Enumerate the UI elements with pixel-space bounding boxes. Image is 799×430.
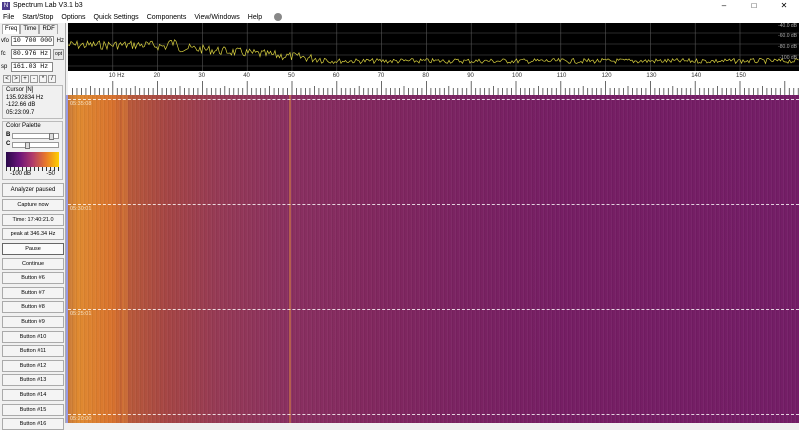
contrast-slider[interactable] bbox=[12, 141, 59, 149]
palette-gradient bbox=[6, 151, 59, 167]
tab-rdf[interactable]: RDF bbox=[39, 24, 58, 34]
button-11[interactable]: Button #10 bbox=[2, 330, 64, 343]
pause-button[interactable]: Pause bbox=[2, 242, 64, 255]
button-10[interactable]: Button #9 bbox=[2, 315, 64, 328]
waterfall-display[interactable]: 05:35:08 05:30:01 05:25:01 05:20:00 bbox=[68, 95, 799, 423]
menu-help[interactable]: Help bbox=[248, 14, 262, 21]
button-8[interactable]: Button #7 bbox=[2, 286, 64, 299]
frequency-label: 150 bbox=[736, 73, 747, 79]
time-button[interactable]: Time: 17:40:21.0 bbox=[2, 213, 64, 226]
frequency-label: 90 bbox=[467, 73, 474, 79]
tab-time[interactable]: Time bbox=[20, 24, 40, 34]
time-marker-line bbox=[68, 309, 799, 310]
zoom-in-button[interactable]: + bbox=[21, 75, 29, 83]
brightness-slider[interactable] bbox=[12, 132, 59, 140]
signal-line bbox=[289, 95, 291, 423]
sp-input[interactable]: 161.03 Hz bbox=[11, 62, 53, 72]
palette-min: -100 dB bbox=[10, 170, 32, 177]
palette-title: Color Palette bbox=[6, 123, 41, 129]
menu-options[interactable]: Options bbox=[61, 14, 85, 21]
scroll-right-button[interactable]: > bbox=[12, 75, 20, 83]
palette-max: -50 bbox=[46, 170, 55, 177]
brightness-thumb[interactable] bbox=[49, 132, 54, 140]
frequency-label: 70 bbox=[377, 73, 385, 79]
menu-view-windows[interactable]: View/Windows bbox=[194, 14, 239, 21]
db-label: -80.0 dB bbox=[778, 44, 797, 50]
button-7[interactable]: Button #6 bbox=[2, 272, 64, 285]
button-14[interactable]: Button #13 bbox=[2, 374, 64, 387]
spectrum-trace bbox=[68, 39, 799, 65]
frequency-label: 110 bbox=[556, 73, 567, 79]
cursor-title: Cursor [N] bbox=[6, 87, 34, 93]
analyzer-paused-button[interactable]: Analyzer paused bbox=[2, 182, 64, 197]
menu-bar: File Start/Stop Options Quick Settings C… bbox=[0, 11, 799, 23]
vfo-unit: Hz bbox=[56, 38, 64, 44]
frequency-label: 100 bbox=[512, 73, 523, 79]
zoom-out-button[interactable]: - bbox=[30, 75, 38, 83]
status-indicator-icon bbox=[274, 13, 283, 21]
db-label: -100 dB bbox=[779, 55, 797, 61]
button-17[interactable]: Button #16 bbox=[2, 418, 64, 430]
db-label: -60.0 dB bbox=[778, 33, 797, 39]
fc-input[interactable]: 80.976 Hz bbox=[11, 49, 52, 59]
time-label: 05:30:01 bbox=[70, 206, 92, 212]
frequency-label: 20 bbox=[153, 73, 161, 79]
frequency-ticks bbox=[72, 81, 799, 95]
cursor-level: -122.66 dB bbox=[6, 102, 36, 108]
maximize-icon[interactable]: □ bbox=[739, 0, 769, 11]
fc-label: fc bbox=[1, 51, 6, 57]
spectrum-display[interactable]: -40.0 dB -60.0 dB -80.0 dB -100 dB bbox=[68, 23, 799, 71]
control-panel: Freq Time RDF vfo 10 700 000 Hz fc 80.976 H… bbox=[0, 23, 66, 430]
menu-quick-settings[interactable]: Quick Settings bbox=[94, 14, 139, 21]
window-title: Spectrum Lab V3.1 b3 bbox=[13, 2, 83, 9]
color-palette: Color Palette B C -100 dB -50 bbox=[2, 121, 63, 180]
close-icon[interactable]: ✕ bbox=[769, 0, 799, 11]
app-icon: N bbox=[2, 1, 10, 10]
button-16[interactable]: Button #15 bbox=[2, 403, 64, 416]
frequency-label: 140 bbox=[691, 73, 702, 79]
frequency-label: 130 bbox=[646, 73, 657, 79]
cursor-info: Cursor [N] 135.92834 Hz -122.66 dB 05:23… bbox=[2, 85, 63, 119]
db-label: -40.0 dB bbox=[778, 23, 797, 29]
frequency-label: 60 bbox=[332, 73, 340, 79]
opt-button[interactable]: opt bbox=[53, 48, 64, 60]
frequency-label: 120 bbox=[601, 73, 612, 79]
menu-components[interactable]: Components bbox=[147, 14, 187, 21]
frequency-label: 10 Hz bbox=[108, 73, 125, 79]
frequency-scale[interactable]: 10 Hz 20 30 40 50 60 70 80 90 100 110 120 130 140 150 bbox=[68, 71, 799, 95]
button-15[interactable]: Button #14 bbox=[2, 388, 64, 401]
cursor-frequency: 135.92834 Hz bbox=[6, 94, 44, 101]
cursor-time: 05:23:09.7 bbox=[6, 109, 35, 116]
time-label: 05:35:08 bbox=[70, 101, 92, 107]
time-marker-line bbox=[68, 99, 799, 100]
button-13[interactable]: Button #12 bbox=[2, 359, 64, 372]
time-marker-line bbox=[68, 204, 799, 205]
vfo-label: vfo bbox=[1, 38, 10, 44]
time-marker-line bbox=[68, 414, 799, 415]
multiply-button[interactable]: * bbox=[39, 75, 47, 83]
button-12[interactable]: Button #11 bbox=[2, 345, 64, 358]
time-label: 05:25:01 bbox=[70, 311, 92, 317]
frequency-label: 80 bbox=[422, 73, 430, 79]
frequency-label: 50 bbox=[288, 73, 295, 79]
menu-start-stop[interactable]: Start/Stop bbox=[22, 14, 53, 21]
contrast-thumb[interactable] bbox=[25, 141, 30, 149]
menu-file[interactable]: File bbox=[3, 14, 14, 21]
continue-button[interactable]: Continue bbox=[2, 257, 64, 270]
scroll-left-button[interactable]: < bbox=[3, 75, 11, 83]
tab-freq[interactable]: Freq bbox=[2, 24, 21, 34]
vfo-input[interactable]: 10 700 000 bbox=[11, 36, 54, 46]
capture-now-button[interactable]: Capture now bbox=[2, 199, 64, 212]
frequency-label: 40 bbox=[243, 73, 250, 79]
minimize-icon[interactable]: – bbox=[709, 0, 739, 11]
divide-button[interactable]: / bbox=[48, 75, 56, 83]
button-9[interactable]: Button #8 bbox=[2, 301, 64, 314]
sp-label: sp bbox=[1, 64, 8, 70]
peak-button[interactable]: peak at 346.34 Hz bbox=[2, 228, 64, 241]
spectrum-plot bbox=[68, 23, 799, 71]
signal-band bbox=[122, 95, 128, 423]
time-label: 05:20:00 bbox=[70, 416, 92, 422]
title-bar: N Spectrum Lab V3.1 b3 – □ ✕ bbox=[0, 0, 799, 11]
frequency-label: 30 bbox=[198, 73, 206, 79]
